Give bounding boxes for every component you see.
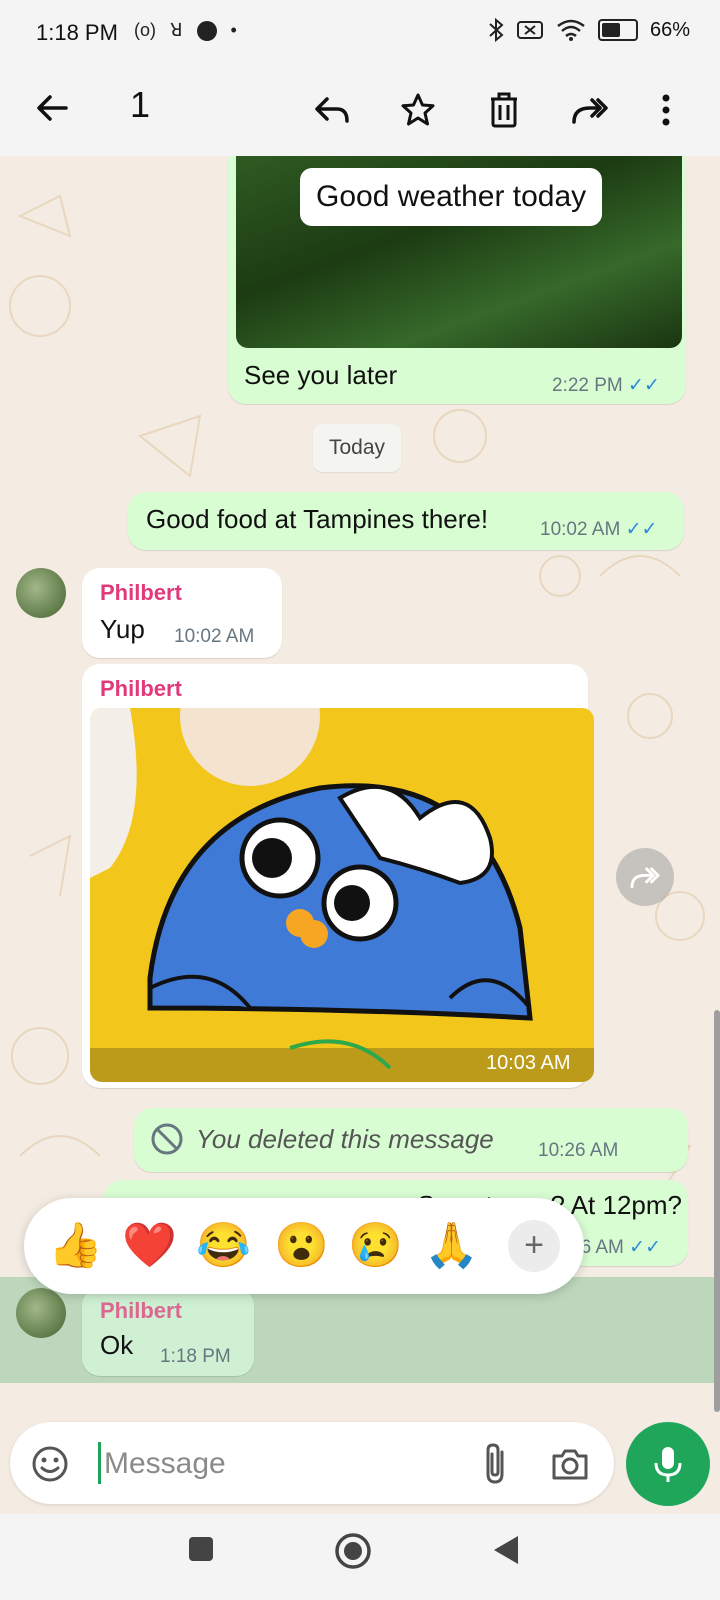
message-image-sticker[interactable]: [90, 708, 594, 1082]
status-bar: 1:18 PM (o) ꓤ • 66%: [0, 0, 720, 70]
message-time: 10:02 AM: [174, 626, 255, 647]
reaction-thumbs-up[interactable]: 👍: [48, 1222, 103, 1270]
message-bubble-in[interactable]: Philbert Yup 10:02 AM: [82, 568, 282, 658]
battery-fill: [601, 23, 620, 37]
sender-name[interactable]: Philbert: [100, 676, 182, 702]
message-composer: [10, 1422, 614, 1504]
battery-icon: [597, 19, 638, 41]
message-time: 10:03 AM: [486, 1052, 571, 1074]
message-time: 10:26 AM: [538, 1140, 619, 1161]
message-text: Yup: [100, 614, 145, 644]
reply-button[interactable]: [310, 88, 354, 132]
star-button[interactable]: [396, 88, 440, 132]
chat-history[interactable]: Good weather today See you later 2:22 PM…: [0, 156, 720, 1410]
more-reactions-button[interactable]: +: [508, 1220, 560, 1272]
message-bubble-in-selected[interactable]: Philbert Ok 1:18 PM: [82, 1288, 254, 1376]
more-notifications-icon: •: [230, 20, 237, 40]
sim-off-icon: [516, 21, 543, 39]
notification-icon: ꓤ: [170, 20, 183, 40]
star-icon: [401, 93, 435, 126]
record-dot-icon: [196, 20, 217, 41]
text-cursor: [98, 1442, 101, 1484]
radio-icon: (o): [134, 20, 156, 40]
status-left-icons: (o) ꓤ •: [134, 20, 237, 41]
message-bubble-out[interactable]: You deleted this message 10:26 AM: [134, 1108, 688, 1172]
reply-icon: [315, 97, 349, 123]
date-divider: Today: [313, 424, 402, 472]
delete-icon: [491, 92, 517, 128]
avatar[interactable]: [16, 1288, 66, 1338]
status-right-icons: 66%: [488, 18, 690, 42]
reaction-laughing[interactable]: 😂: [196, 1222, 251, 1270]
reaction-heart[interactable]: ❤️: [122, 1222, 177, 1270]
microphone-icon: [654, 1447, 682, 1482]
message-text: Good food at Tampines there!: [146, 504, 489, 534]
image-caption: Good weather today: [300, 168, 603, 226]
more-options-button[interactable]: [644, 88, 688, 132]
status-time: 1:18 PM: [36, 20, 118, 45]
reaction-picker: 👍 ❤️ 😂 😮 😢 🙏 +: [24, 1198, 584, 1294]
selection-action-bar: 1: [0, 70, 720, 156]
deleted-icon: [151, 1123, 183, 1155]
sender-name[interactable]: Philbert: [100, 580, 182, 606]
read-ticks-icon: ✓✓: [628, 375, 660, 396]
sender-name[interactable]: Philbert: [100, 1298, 182, 1324]
attach-icon[interactable]: [476, 1442, 516, 1486]
message-text: Ok: [100, 1330, 134, 1360]
message-input[interactable]: [102, 1440, 456, 1488]
reaction-surprised[interactable]: 😮: [274, 1222, 329, 1270]
wifi-icon: [557, 19, 585, 41]
more-options-icon: [662, 94, 670, 126]
back-nav-icon[interactable]: [492, 1534, 520, 1566]
read-ticks-icon: ✓✓: [629, 1237, 661, 1258]
selected-count: 1: [130, 84, 151, 125]
forward-media-button[interactable]: [616, 848, 674, 906]
home-icon[interactable]: [334, 1532, 372, 1570]
message-time: 10:02 AM ✓✓: [540, 519, 658, 540]
recents-icon[interactable]: [188, 1536, 214, 1562]
reaction-sad[interactable]: 😢: [348, 1222, 403, 1270]
forward-icon: [630, 867, 661, 889]
delete-button[interactable]: [482, 88, 526, 132]
message-bubble-out[interactable]: Good food at Tampines there! 10:02 AM ✓✓: [128, 492, 684, 550]
scrollbar[interactable]: [714, 1010, 720, 1412]
avatar[interactable]: [16, 568, 66, 618]
forward-button[interactable]: [568, 88, 612, 132]
forward-icon: [572, 98, 608, 124]
system-nav-bar: [0, 1514, 720, 1600]
read-ticks-icon: ✓✓: [625, 519, 658, 540]
voice-message-button[interactable]: [626, 1422, 710, 1506]
reaction-pray[interactable]: 🙏: [424, 1222, 479, 1270]
sticker-illustration: [90, 708, 594, 1082]
message-text: You deleted this message: [196, 1124, 494, 1154]
camera-icon[interactable]: [550, 1444, 590, 1484]
emoji-icon[interactable]: [30, 1444, 70, 1484]
battery-percent: 66%: [649, 18, 690, 41]
back-arrow-icon[interactable]: [32, 88, 72, 128]
bluetooth-icon: [489, 18, 504, 42]
message-time: 1:18 PM: [160, 1346, 231, 1367]
message-time: 2:22 PM ✓✓: [552, 375, 660, 396]
message-text: See you later: [244, 360, 398, 390]
